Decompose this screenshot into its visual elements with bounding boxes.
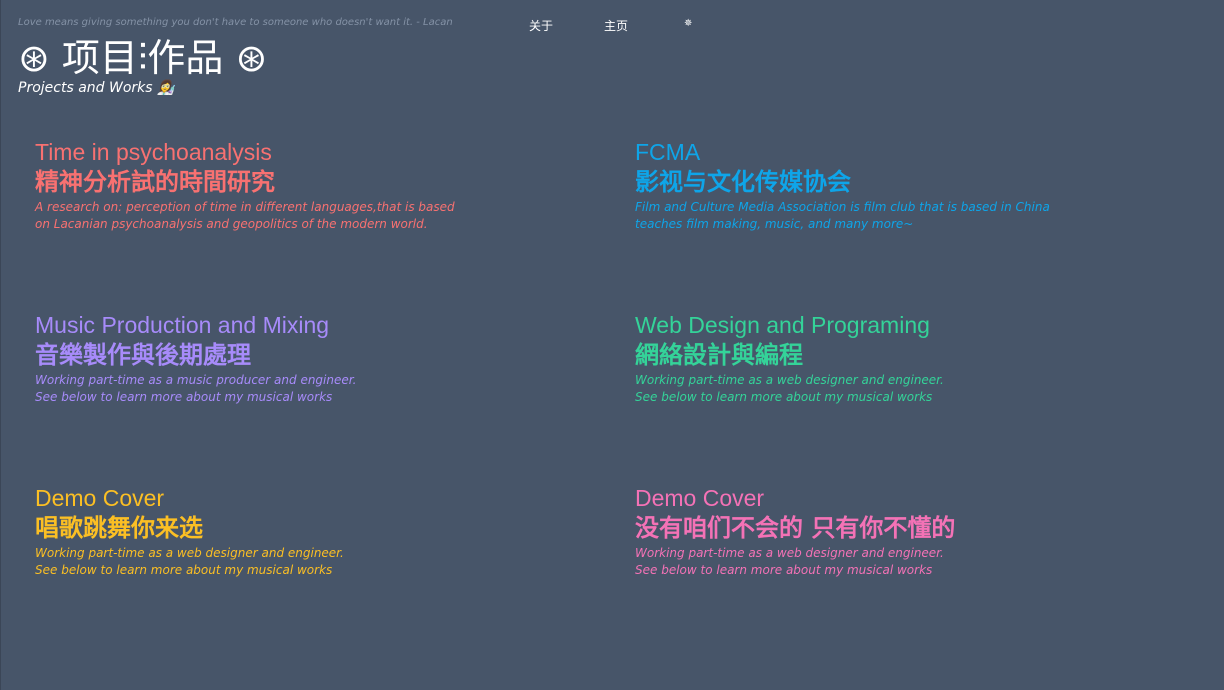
project-description: A research on: perception of time in dif…	[35, 199, 535, 233]
project-title-en: FCMA	[635, 139, 701, 165]
project-title-zh: 唱歌跳舞你来选	[35, 514, 203, 542]
project-description-line: Working part-time as a music producer an…	[35, 373, 357, 387]
project-description-line: Working part-time as a web designer and …	[635, 546, 944, 560]
project-description: Film and Culture Media Association is fi…	[635, 199, 1135, 233]
project-card-psychoanalysis[interactable]: Time in psychoanalysis 精神分析試的時間研究 A rese…	[35, 138, 535, 233]
project-description: Working part-time as a web designer and …	[635, 545, 1135, 579]
header-quote: Love means giving something you don't ha…	[18, 17, 453, 28]
project-title-en: Demo Cover	[35, 485, 165, 511]
project-title-zh: 精神分析試的時間研究	[35, 168, 275, 196]
project-title-zh: 没有咱们不会的 只有你不懂的	[635, 514, 956, 542]
nav-about-link[interactable]: 关于	[529, 17, 553, 34]
project-card-web-design[interactable]: Web Design and Programing 網絡設計與編程 Workin…	[635, 311, 1135, 406]
project-description-line: Film and Culture Media Association is fi…	[635, 200, 1050, 214]
project-title-zh: 影视与文化传媒协会	[635, 168, 851, 196]
project-title-zh: 音樂製作與後期處理	[35, 341, 251, 369]
project-card-fcma[interactable]: FCMA 影视与文化传媒协会 Film and Culture Media As…	[635, 138, 1135, 233]
project-card-demo-cover-2[interactable]: Demo Cover 没有咱们不会的 只有你不懂的 Working part-t…	[635, 484, 1135, 579]
nav-home-link[interactable]: 主页	[604, 17, 628, 34]
project-title-en: Music Production and Mixing	[35, 312, 330, 338]
page-subtitle: Projects and Works 👩‍🔬	[18, 80, 175, 96]
project-card-music-production[interactable]: Music Production and Mixing 音樂製作與後期處理 Wo…	[35, 311, 535, 406]
project-description-line: on Lacanian psychoanalysis and geopoliti…	[35, 217, 428, 231]
project-description-line: See below to learn more about my musical…	[635, 390, 933, 404]
project-description-line: teaches film making, music, and many mor…	[635, 217, 914, 231]
project-description: Working part-time as a web designer and …	[35, 545, 535, 579]
project-title-en: Demo Cover	[635, 485, 765, 511]
project-title-zh: 網絡設計與編程	[635, 341, 803, 369]
project-description-line: See below to learn more about my musical…	[635, 563, 933, 577]
page: Love means giving something you don't ha…	[0, 0, 1224, 690]
project-description-line: See below to learn more about my musical…	[35, 563, 333, 577]
project-description-line: Working part-time as a web designer and …	[35, 546, 344, 560]
project-card-demo-cover-1[interactable]: Demo Cover 唱歌跳舞你来选 Working part-time as …	[35, 484, 535, 579]
project-description-line: A research on: perception of time in dif…	[35, 200, 455, 214]
page-title: ⊛ 项目⫶作品 ⊛	[18, 36, 268, 80]
project-description: Working part-time as a music producer an…	[35, 372, 535, 406]
project-description-line: Working part-time as a web designer and …	[635, 373, 944, 387]
settings-icon[interactable]: ✵	[684, 18, 692, 29]
project-description: Working part-time as a web designer and …	[635, 372, 1135, 406]
project-title-en: Web Design and Programing	[635, 312, 930, 338]
project-description-line: See below to learn more about my musical…	[35, 390, 333, 404]
project-title-en: Time in psychoanalysis	[35, 139, 272, 165]
